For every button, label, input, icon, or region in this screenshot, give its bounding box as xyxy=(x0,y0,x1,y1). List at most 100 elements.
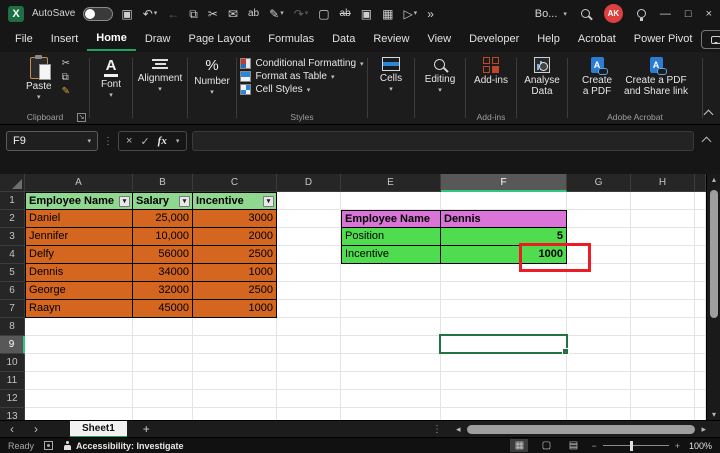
column-header-G[interactable]: G xyxy=(567,174,631,192)
fx-chevron-icon[interactable]: ▾ xyxy=(176,137,180,145)
column-header-E[interactable]: E xyxy=(341,174,441,192)
horizontal-scrollbar-thumb[interactable] xyxy=(467,425,696,434)
cell-E2[interactable]: Employee Name xyxy=(341,210,441,228)
cell-F12[interactable] xyxy=(441,390,567,408)
cell-I1[interactable] xyxy=(695,192,706,210)
row-header-3[interactable]: 3 xyxy=(0,228,25,246)
cell-B6[interactable]: 32000 xyxy=(133,282,193,300)
scroll-up-icon[interactable]: ▴ xyxy=(707,175,720,184)
cell-I7[interactable] xyxy=(695,300,706,318)
cell-I6[interactable] xyxy=(695,282,706,300)
cell-D8[interactable] xyxy=(277,318,341,336)
name-box-chevron-icon[interactable]: ▾ xyxy=(87,137,91,145)
cell-D9[interactable] xyxy=(277,336,341,354)
cell-B8[interactable] xyxy=(133,318,193,336)
row-header-10[interactable]: 10 xyxy=(0,354,25,372)
cell-C8[interactable] xyxy=(193,318,277,336)
cell-G10[interactable] xyxy=(567,354,631,372)
row-header-1[interactable]: 1 xyxy=(0,192,25,210)
cell-styles-button[interactable]: Cell Styles▾ xyxy=(240,84,363,95)
cell-C13[interactable] xyxy=(193,408,277,420)
addins-button[interactable]: Add-ins xyxy=(468,55,514,88)
cell-I8[interactable] xyxy=(695,318,706,336)
cell-D13[interactable] xyxy=(277,408,341,420)
qat-overflow-icon[interactable]: » xyxy=(427,7,434,21)
cell-G6[interactable] xyxy=(567,282,631,300)
select-all-corner[interactable] xyxy=(0,174,25,192)
cell-E5[interactable] xyxy=(341,264,441,282)
menu-tab-file[interactable]: File xyxy=(6,29,42,50)
cell-C2[interactable]: 3000 xyxy=(193,210,277,228)
cell-A4[interactable]: Delfy xyxy=(25,246,133,264)
cell-H4[interactable] xyxy=(631,246,695,264)
normal-view-button[interactable]: ▦ xyxy=(510,439,528,452)
cell-E3[interactable]: Position xyxy=(341,228,441,246)
cell-E7[interactable] xyxy=(341,300,441,318)
cell-B3[interactable]: 10,000 xyxy=(133,228,193,246)
accessibility-status[interactable]: Accessibility: Investigate xyxy=(63,441,184,451)
cell-H5[interactable] xyxy=(631,264,695,282)
record-macro-icon[interactable] xyxy=(44,441,53,450)
row-header-7[interactable]: 7 xyxy=(0,300,25,318)
cell-G2[interactable] xyxy=(567,210,631,228)
cell-H2[interactable] xyxy=(631,210,695,228)
cell-G11[interactable] xyxy=(567,372,631,390)
cell-I5[interactable] xyxy=(695,264,706,282)
cell-D5[interactable] xyxy=(277,264,341,282)
translate-icon[interactable]: ab xyxy=(248,7,259,21)
cut-button[interactable]: ✂ xyxy=(62,58,70,69)
font-button[interactable]: A Font ▾ xyxy=(95,55,127,101)
format-as-table-button[interactable]: Format as Table▾ xyxy=(240,71,363,82)
vertical-scrollbar[interactable]: ▴ ▾ xyxy=(706,174,720,420)
cell-F11[interactable] xyxy=(441,372,567,390)
vertical-scrollbar-thumb[interactable] xyxy=(710,190,718,318)
cell-H11[interactable] xyxy=(631,372,695,390)
scroll-down-icon[interactable]: ▾ xyxy=(707,410,720,419)
cell-G8[interactable] xyxy=(567,318,631,336)
lightbulb-icon[interactable] xyxy=(637,9,646,18)
column-header-C[interactable]: C xyxy=(193,174,277,192)
scroll-right-icon[interactable]: ▸ xyxy=(697,424,710,435)
name-box[interactable]: F9 ▾ xyxy=(6,131,98,151)
cell-F6[interactable] xyxy=(441,282,567,300)
cell-H9[interactable] xyxy=(631,336,695,354)
copy-icon[interactable]: ⧉ xyxy=(189,7,198,21)
zoom-out-icon[interactable]: − xyxy=(591,441,596,451)
cell-F7[interactable] xyxy=(441,300,567,318)
cell-H6[interactable] xyxy=(631,282,695,300)
row-header-4[interactable]: 4 xyxy=(0,246,25,264)
cell-E4[interactable]: Incentive xyxy=(341,246,441,264)
cell-C3[interactable]: 2000 xyxy=(193,228,277,246)
cell-E11[interactable] xyxy=(341,372,441,390)
new-document-icon[interactable]: ▢ xyxy=(318,7,329,21)
cell-B10[interactable] xyxy=(133,354,193,372)
autosave-toggle[interactable] xyxy=(83,7,113,21)
cell-E8[interactable] xyxy=(341,318,441,336)
zoom-level[interactable]: 100% xyxy=(689,441,712,451)
cell-F13[interactable] xyxy=(441,408,567,420)
cell-A12[interactable] xyxy=(25,390,133,408)
cell-C10[interactable] xyxy=(193,354,277,372)
format-painter-button[interactable]: ✎ xyxy=(62,86,70,97)
create-pdf-share-button[interactable]: A Create a PDFand Share link xyxy=(618,55,694,99)
scroll-left-icon[interactable]: ◂ xyxy=(452,424,465,435)
row-header-12[interactable]: 12 xyxy=(0,390,25,408)
mail-icon[interactable]: ✉ xyxy=(228,7,238,21)
cell-E9[interactable] xyxy=(341,336,441,354)
cell-B5[interactable]: 34000 xyxy=(133,264,193,282)
cell-D1[interactable] xyxy=(277,192,341,210)
add-sheet-icon[interactable]: + xyxy=(127,422,166,436)
cell-H13[interactable] xyxy=(631,408,695,420)
row-header-9[interactable]: 9 xyxy=(0,336,25,354)
column-header-B[interactable]: B xyxy=(133,174,193,192)
cell-I11[interactable] xyxy=(695,372,706,390)
cell-B7[interactable]: 45000 xyxy=(133,300,193,318)
expand-formula-bar-icon[interactable] xyxy=(702,136,712,146)
horizontal-scrollbar[interactable]: ◂ ▸ xyxy=(452,424,710,435)
zoom-in-icon[interactable]: + xyxy=(675,441,680,451)
cell-D4[interactable] xyxy=(277,246,341,264)
comments-button[interactable]: Comments xyxy=(701,30,720,49)
cell-I12[interactable] xyxy=(695,390,706,408)
cell-B12[interactable] xyxy=(133,390,193,408)
cell-E1[interactable] xyxy=(341,192,441,210)
